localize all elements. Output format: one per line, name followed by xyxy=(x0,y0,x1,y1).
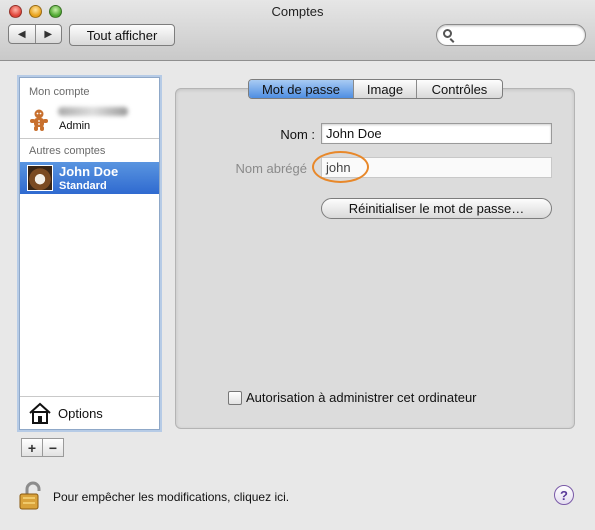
options-item[interactable]: Options xyxy=(20,396,159,430)
search-icon xyxy=(443,29,452,38)
show-all-button[interactable]: Tout afficher xyxy=(69,24,175,46)
forward-button[interactable]: ▶ xyxy=(34,25,62,43)
gingerbread-avatar-icon xyxy=(30,109,48,131)
blurred-account-name xyxy=(58,107,128,116)
annotation-circle xyxy=(312,151,369,183)
tab-bar: Mot de passe Image Contrôles xyxy=(248,79,503,99)
add-account-button[interactable]: + xyxy=(22,439,42,456)
my-account-header: Mon compte xyxy=(29,86,90,98)
add-remove-control: + − xyxy=(21,438,64,457)
house-icon xyxy=(29,402,51,424)
window-title: Comptes xyxy=(271,4,324,19)
accounts-list: Mon compte Admin Autres comptes John Doe xyxy=(19,77,160,430)
help-button[interactable]: ? xyxy=(554,485,574,505)
back-button[interactable]: ◀ xyxy=(9,25,35,43)
tab-image[interactable]: Image xyxy=(353,80,416,98)
remove-account-button[interactable]: − xyxy=(42,439,63,456)
back-forward-control: ◀ ▶ xyxy=(8,24,62,44)
right-arrow-icon: ▶ xyxy=(44,28,53,40)
name-label: Nom : xyxy=(280,127,315,142)
unlocked-padlock-icon[interactable] xyxy=(18,481,46,511)
search-field[interactable] xyxy=(436,24,586,46)
options-label: Options xyxy=(58,406,103,421)
tab-password[interactable]: Mot de passe xyxy=(249,80,353,98)
reset-password-button[interactable]: Réinitialiser le mot de passe… xyxy=(321,198,552,219)
my-account-item[interactable]: Admin xyxy=(20,102,159,136)
admin-checkbox[interactable] xyxy=(228,391,242,405)
list-divider xyxy=(20,138,159,139)
admin-checkbox-label[interactable]: Autorisation à administrer cet ordinateu… xyxy=(246,390,477,405)
name-field[interactable]: John Doe xyxy=(321,123,552,144)
other-accounts-header: Autres comptes xyxy=(29,145,106,157)
account-item-john-doe[interactable]: John Doe Standard xyxy=(20,162,159,194)
lock-message: Pour empêcher les modifications, cliquez… xyxy=(53,490,290,504)
dog-avatar-icon xyxy=(27,165,53,191)
account-type: Standard xyxy=(59,180,107,192)
account-name: John Doe xyxy=(59,164,119,179)
title-bar: Comptes ◀ ▶ Tout afficher xyxy=(0,0,595,61)
my-account-type: Admin xyxy=(59,120,91,132)
left-arrow-icon: ◀ xyxy=(17,28,26,40)
tab-controls[interactable]: Contrôles xyxy=(416,80,502,98)
short-name-label: Nom abrégé xyxy=(235,161,307,176)
preferences-window: Comptes ◀ ▶ Tout afficher Mon compte Adm… xyxy=(0,0,595,530)
